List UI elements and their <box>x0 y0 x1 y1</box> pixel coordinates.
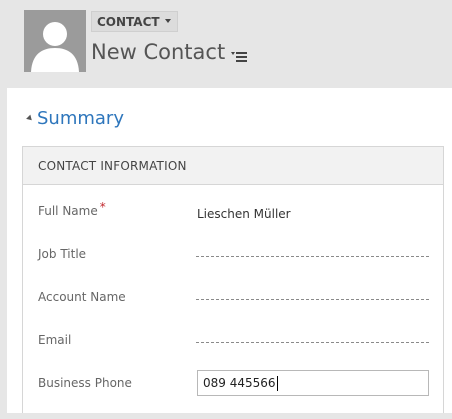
email-input[interactable] <box>196 342 429 343</box>
field-job-title: Job Title <box>23 247 443 290</box>
tab-summary-label: Summary <box>37 108 124 129</box>
field-label-account-name: Account Name <box>38 290 126 304</box>
field-account-name: Account Name <box>23 290 443 333</box>
entity-selector-button[interactable]: CONTACT <box>91 11 178 32</box>
tab-summary[interactable]: Summary <box>26 108 124 129</box>
chevron-down-icon <box>164 19 171 23</box>
field-label-email: Email <box>38 333 72 347</box>
field-label-full-name: Full Name * <box>38 200 106 218</box>
expand-collapse-icon <box>26 114 34 123</box>
full-name-value[interactable]: Lieschen Müller <box>197 207 291 221</box>
form-header: CONTACT New Contact <box>0 0 452 88</box>
record-title: New Contact <box>91 40 226 64</box>
entity-label: CONTACT <box>97 14 160 29</box>
contact-information-section: CONTACT INFORMATION Full Name * Lieschen … <box>22 146 444 413</box>
field-label-job-title: Job Title <box>38 247 87 261</box>
field-full-name: Full Name * Lieschen Müller <box>23 200 443 247</box>
section-title: CONTACT INFORMATION <box>23 147 443 185</box>
required-indicator: * <box>99 200 106 214</box>
job-title-input[interactable] <box>196 256 429 257</box>
account-name-lookup[interactable] <box>196 299 429 300</box>
contact-avatar[interactable] <box>24 10 86 72</box>
text-cursor <box>276 375 278 391</box>
business-phone-input[interactable]: 089 445566 <box>197 370 429 396</box>
nav-menu-icon[interactable] <box>231 50 247 62</box>
person-avatar-icon <box>24 10 86 72</box>
field-label-business-phone: Business Phone <box>38 376 132 390</box>
form-body: Summary CONTACT INFORMATION Full Name * L… <box>7 88 452 413</box>
business-phone-value: 089 445566 <box>203 376 276 390</box>
